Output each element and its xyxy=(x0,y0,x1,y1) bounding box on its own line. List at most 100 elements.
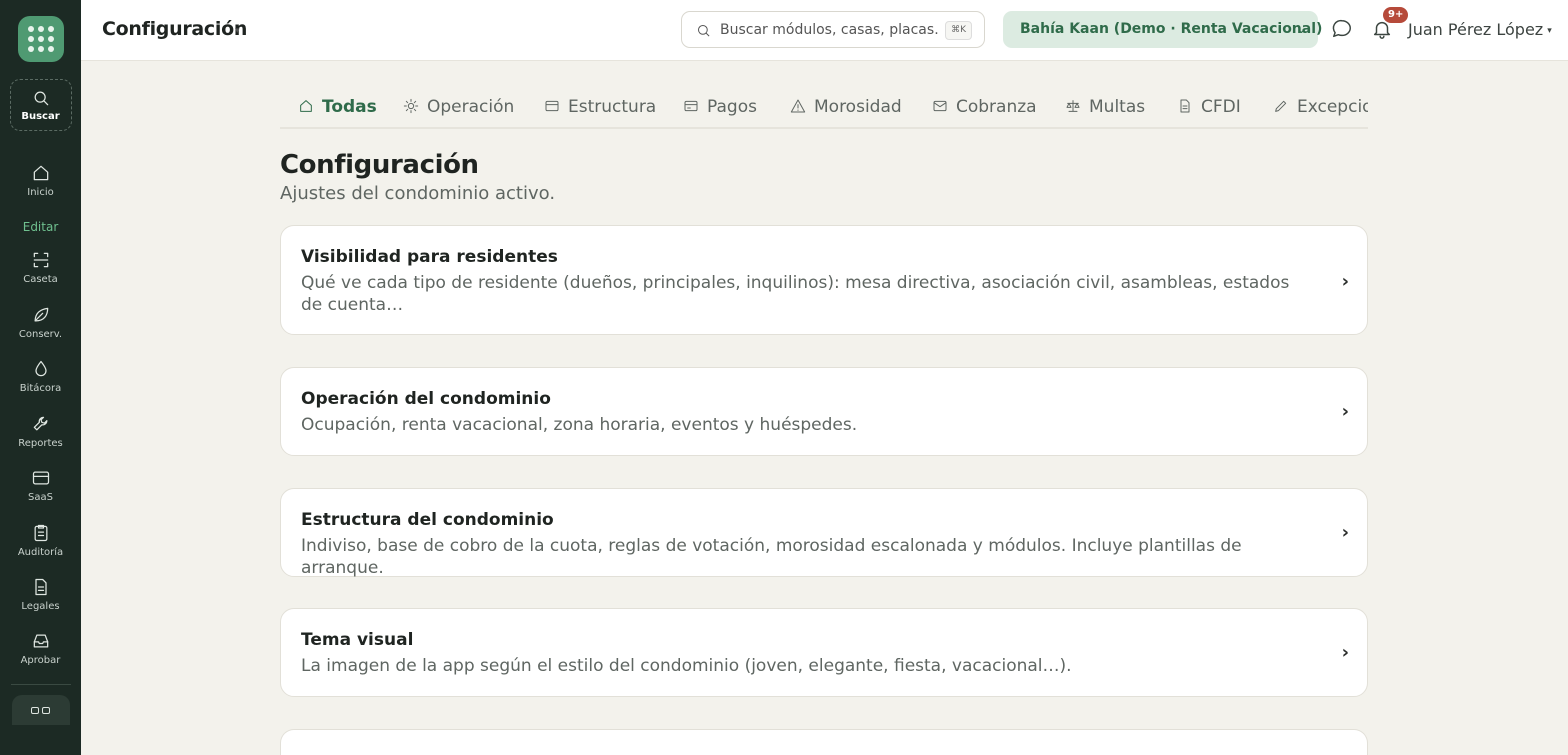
messages-button[interactable] xyxy=(1331,18,1355,42)
caret-down-icon: ▾ xyxy=(1547,26,1552,36)
search-icon xyxy=(34,91,48,106)
chevron-right-icon: › xyxy=(1341,271,1349,292)
tab-label: Morosidad xyxy=(814,97,902,117)
user-name: Juan Pérez López xyxy=(1408,20,1544,39)
sidebar-item-saas[interactable]: SaaS xyxy=(0,468,81,503)
tab-label: Cobranza xyxy=(956,97,1037,117)
sidebar-more-button[interactable] xyxy=(11,695,70,725)
mail-icon xyxy=(933,100,947,112)
card-description: La imagen de la app según el estilo del … xyxy=(301,656,1072,676)
sun-icon xyxy=(403,98,419,114)
wrench-icon xyxy=(33,416,47,431)
sidebar-item-inicio[interactable]: Inicio xyxy=(0,163,81,198)
sidebar-item-conserv[interactable]: Conserv. xyxy=(0,305,81,340)
tab-todas[interactable]: Todas xyxy=(298,85,377,127)
drop-icon xyxy=(34,360,47,377)
sidebar-item-label: Bitácora xyxy=(19,383,62,394)
warning-icon xyxy=(790,99,806,113)
sidebar-item-aprobar[interactable]: Aprobar xyxy=(0,631,81,666)
tab-morosidad[interactable]: Morosidad xyxy=(790,85,902,127)
home-icon xyxy=(300,100,312,112)
notifications-badge: 9+ xyxy=(1383,7,1409,23)
page-subtitle: Ajustes del condominio activo. xyxy=(280,183,556,204)
page-title: Configuración xyxy=(280,150,479,180)
user-menu[interactable]: Juan Pérez López ▾ xyxy=(1408,20,1552,39)
tab-label: Todas xyxy=(322,97,377,117)
card-icon xyxy=(684,100,698,112)
search-input[interactable] xyxy=(720,20,940,40)
tab-cfdi[interactable]: CFDI xyxy=(1177,85,1241,127)
card-title: Visibilidad para residentes xyxy=(301,247,558,267)
tab-estructura[interactable]: Estructura xyxy=(544,85,657,127)
sidebar-item-label: Auditoría xyxy=(17,547,64,558)
document-icon xyxy=(1180,99,1190,113)
sidebar-item-caseta[interactable]: Caseta xyxy=(0,250,81,285)
sidebar: Buscar Inicio Editar Caseta Conserv. Bit… xyxy=(0,0,81,755)
leaf-icon xyxy=(34,307,48,322)
tab-label: CFDI xyxy=(1201,97,1241,117)
top-bar: Configuración ▾ ⌘K Bahía Kaan (Demo · Re… xyxy=(81,0,1568,61)
settings-card-tema[interactable]: Tema visual La imagen de la app según el… xyxy=(280,608,1368,697)
sidebar-item-label: Conserv. xyxy=(18,329,63,340)
chevron-right-icon: › xyxy=(1341,522,1349,543)
inbox-icon xyxy=(33,634,48,648)
tab-pagos[interactable]: Pagos xyxy=(683,85,757,127)
scan-icon xyxy=(33,252,48,268)
sidebar-item-label: Legales xyxy=(21,601,60,612)
card-icon xyxy=(545,100,559,112)
card-title: Estructura del condominio xyxy=(301,510,554,530)
pencil-icon xyxy=(1275,100,1287,112)
sidebar-item-bitacora[interactable]: Bitácora xyxy=(0,359,81,394)
sidebar-item-label: SaaS xyxy=(28,492,53,503)
global-search[interactable]: ⌘K xyxy=(681,11,985,48)
chevron-right-icon: › xyxy=(1341,642,1349,663)
grid-square-icon xyxy=(42,706,50,714)
sidebar-item-auditoria[interactable]: Auditoría xyxy=(0,523,81,558)
sidebar-item-reportes[interactable]: Reportes xyxy=(0,414,81,449)
settings-tabs: Todas Operación Estructura Pagos Morosid… xyxy=(280,85,1368,129)
card-description: Ocupación, renta vacacional, zona horari… xyxy=(301,415,858,435)
tab-label: Estructura xyxy=(568,97,657,117)
card-title: Operación del condominio xyxy=(301,389,551,409)
title-caret-icon[interactable]: ▾ xyxy=(235,26,240,36)
condo-selector[interactable]: Bahía Kaan (Demo · Renta Vacacional) ⌄ xyxy=(1003,11,1322,48)
chat-bubble-icon xyxy=(1332,19,1351,38)
chevron-right-icon: › xyxy=(1341,401,1349,422)
tab-label: Multas xyxy=(1089,97,1146,117)
grid-square-icon xyxy=(31,706,39,714)
sidebar-item-label: Caseta xyxy=(23,274,58,285)
tab-label: Excepcio xyxy=(1297,97,1368,117)
sidebar-search-button[interactable]: Buscar xyxy=(9,79,72,131)
clipboard-icon xyxy=(34,524,47,542)
header-title[interactable]: Configuración xyxy=(102,18,247,40)
tab-operacion[interactable]: Operación xyxy=(403,85,515,127)
tab-cobranza[interactable]: Cobranza xyxy=(932,85,1037,127)
card-title: Tema visual xyxy=(301,630,414,650)
sidebar-divider xyxy=(10,684,71,685)
settings-card-visibilidad[interactable]: Visibilidad para residentes Qué ve cada … xyxy=(280,225,1368,335)
sidebar-item-label: Aprobar xyxy=(20,655,61,666)
sidebar-edit-link[interactable]: Editar xyxy=(23,220,59,234)
sidebar-item-label: Reportes xyxy=(18,438,63,449)
sidebar-search-label: Buscar xyxy=(21,111,60,122)
condo-selector-label: Bahía Kaan (Demo · Renta Vacacional) xyxy=(1020,21,1323,37)
tab-multas[interactable]: Multas xyxy=(1065,85,1146,127)
settings-card-operacion[interactable]: Operación del condominio Ocupación, rent… xyxy=(280,367,1368,456)
home-icon xyxy=(33,165,48,181)
tab-label: Pagos xyxy=(707,97,757,117)
search-icon xyxy=(698,25,710,37)
settings-card-estructura[interactable]: Estructura del condominio Indiviso, base… xyxy=(280,488,1368,578)
sidebar-item-label: Inicio xyxy=(27,187,54,198)
search-shortcut: ⌘K xyxy=(945,21,972,40)
document-icon xyxy=(34,578,47,596)
settings-card-partial[interactable] xyxy=(280,729,1368,755)
card-description: Qué ve cada tipo de residente (dueños, p… xyxy=(301,273,1290,315)
chevron-down-icon: ⌄ xyxy=(1296,23,1306,36)
tab-excepciones[interactable]: Excepcio xyxy=(1273,85,1368,127)
card-description: Indiviso, base de cobro de la cuota, reg… xyxy=(301,536,1242,578)
tab-label: Operación xyxy=(427,97,515,117)
apps-grid-icon[interactable] xyxy=(17,16,64,62)
sidebar-item-legales[interactable]: Legales xyxy=(0,577,81,612)
card-icon xyxy=(32,471,49,485)
scale-icon xyxy=(1066,100,1080,112)
